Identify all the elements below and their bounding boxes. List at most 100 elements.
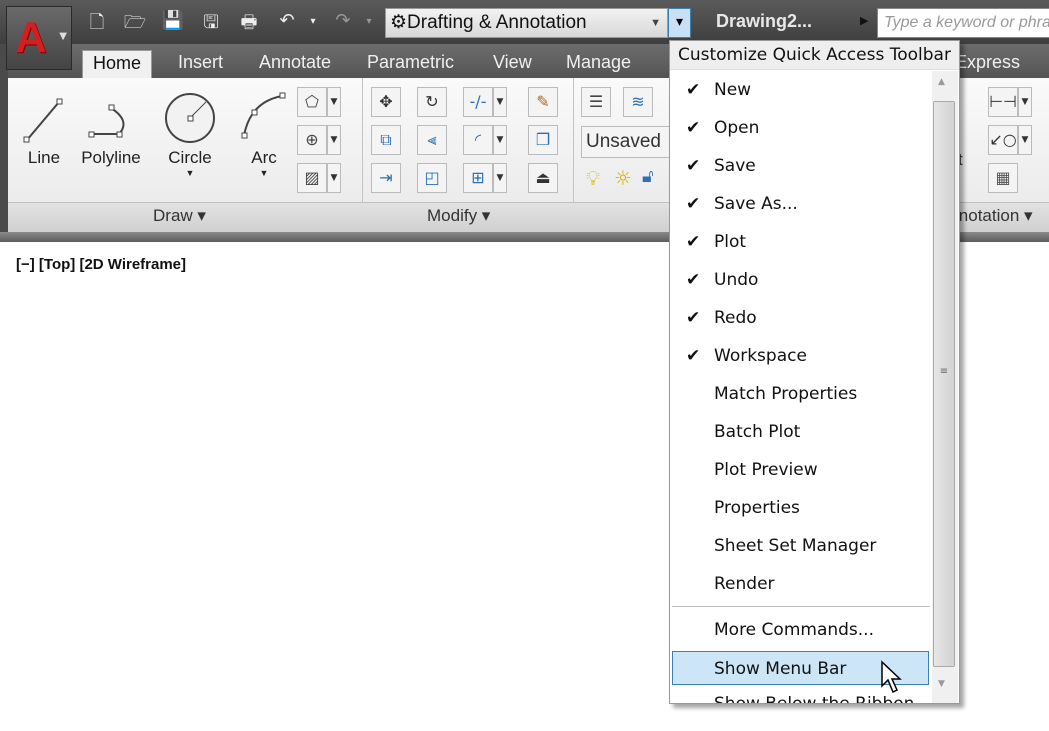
circle-tool[interactable]: Circle ▼ — [160, 88, 220, 178]
menu-item-match-properties[interactable]: Match Properties — [670, 377, 930, 411]
viewport-controls[interactable]: [−] [Top] [2D Wireframe] — [16, 256, 186, 273]
checkmark-icon: ✔ — [686, 118, 701, 138]
checkmark-icon: ✔ — [686, 156, 701, 176]
menu-item-open[interactable]: ✔ Open — [670, 111, 930, 145]
tab-view[interactable]: View — [493, 50, 532, 78]
tab-insert[interactable]: Insert — [178, 50, 223, 78]
explode-icon[interactable]: ❒ — [528, 125, 558, 155]
fillet-icon[interactable]: ◜ — [463, 125, 493, 155]
menu-item-plot[interactable]: ✔ Plot — [670, 225, 930, 259]
scroll-up-icon[interactable]: ▲ — [938, 77, 945, 87]
array-dropdown[interactable]: ▼ — [493, 163, 507, 193]
menu-item-render[interactable]: Render — [670, 567, 930, 601]
menu-item-new[interactable]: ✔ New — [670, 73, 930, 107]
checkmark-icon: ✔ — [686, 270, 701, 290]
search-input[interactable]: Type a keyword or phrase — [877, 8, 1049, 38]
document-title: Drawing2... — [716, 11, 813, 31]
hatch-dropdown[interactable]: ▼ — [327, 163, 341, 193]
line-tool[interactable]: Line — [16, 88, 72, 168]
offset-icon[interactable]: ⏏ — [528, 163, 558, 193]
menu-item-workspace[interactable]: ✔ Workspace — [670, 339, 930, 373]
scroll-down-icon[interactable]: ▼ — [938, 679, 945, 689]
polygon-icon[interactable]: ⬠ — [297, 87, 327, 117]
redo-dropdown-icon[interactable]: ▾ — [356, 16, 382, 27]
scrollbar-thumb[interactable]: ≡ — [933, 101, 955, 667]
save-icon[interactable]: 💾 — [160, 10, 186, 31]
menu-item-more-commands[interactable]: More Commands... — [670, 613, 930, 647]
tab-manage[interactable]: Manage — [566, 50, 631, 78]
tab-home[interactable]: Home — [82, 50, 153, 78]
move-icon[interactable]: ✥ — [371, 87, 401, 117]
menu-item-plot-preview[interactable]: Plot Preview — [670, 453, 930, 487]
lightbulb-icon[interactable]: 💡︎ — [586, 166, 600, 190]
line-icon — [23, 98, 63, 143]
menu-item-properties[interactable]: Properties — [670, 491, 930, 525]
linear-dimension-icon[interactable]: ⊢⊣ — [988, 87, 1018, 117]
sun-icon[interactable]: ☼ — [614, 166, 632, 190]
menu-item-undo[interactable]: ✔ Undo — [670, 263, 930, 297]
ellipse-dropdown[interactable]: ▼ — [327, 125, 341, 155]
arc-tool[interactable]: Arc ▼ — [236, 88, 292, 178]
polygon-dropdown[interactable]: ▼ — [327, 87, 341, 117]
menu-separator — [672, 606, 930, 607]
workspace-dropdown[interactable]: ⚙Drafting & Annotation ▼ — [385, 8, 668, 38]
menu-item-batch-plot[interactable]: Batch Plot — [670, 415, 930, 449]
new-icon[interactable]: 🗋 — [84, 10, 110, 40]
menu-item-save[interactable]: ✔ Save — [670, 149, 930, 183]
modify-panel-title[interactable]: Modify ▾ — [427, 206, 490, 226]
leader-icon[interactable]: ↙○ — [988, 125, 1018, 155]
menu-item-redo[interactable]: ✔ Redo — [670, 301, 930, 335]
polyline-label: Polyline — [81, 148, 141, 167]
workspace-label: Drafting & Annotation — [407, 12, 587, 33]
circle-label: Circle — [168, 148, 212, 167]
checkmark-icon: ✔ — [686, 232, 701, 252]
array-icon[interactable]: ⊞ — [463, 163, 493, 193]
tab-annotate[interactable]: Annotate — [259, 50, 331, 78]
leader-dropdown[interactable]: ▼ — [1018, 125, 1032, 155]
frame-edge — [0, 44, 8, 242]
stretch-icon[interactable]: ⇥ — [371, 163, 401, 193]
menu-item-sheet-set-manager[interactable]: Sheet Set Manager — [670, 529, 930, 563]
mirror-icon[interactable]: ⫷ — [417, 125, 447, 155]
draw-panel-title[interactable]: Draw ▾ — [153, 206, 206, 226]
fillet-dropdown[interactable]: ▼ — [493, 125, 507, 155]
undo-dropdown-icon[interactable]: ▾ — [300, 16, 326, 27]
layer-properties-icon[interactable]: ☰ — [581, 87, 611, 117]
table-icon[interactable]: ▦ — [988, 163, 1018, 193]
menu-scrollbar[interactable]: ▲ ≡ ▼ — [932, 71, 958, 703]
menu-item-label: Plot Preview — [714, 460, 818, 480]
layer-state-icon[interactable]: ≋ — [623, 87, 653, 117]
menu-item-label: Save — [714, 156, 756, 176]
hatch-icon[interactable]: ▨ — [297, 163, 327, 193]
open-icon[interactable]: 🗁 — [122, 10, 148, 40]
chevron-down-icon: ▼ — [650, 17, 661, 29]
arrow-right-icon[interactable]: ▶ — [860, 14, 868, 27]
save-as-icon[interactable]: 🖫 — [198, 10, 224, 40]
plot-icon[interactable]: 🖶 — [236, 10, 262, 40]
checkmark-icon: ✔ — [686, 308, 701, 328]
ellipse-icon[interactable]: ⊕ — [297, 125, 327, 155]
menu-item-label: Save As... — [714, 194, 798, 214]
title-bar: 🗋 🗁 💾 🖫 🖶 ↶ ▾ ↷ ▾ ⚙Drafting & Annotation… — [0, 0, 1049, 44]
customize-quick-access-button[interactable]: ▾ — [668, 8, 691, 38]
menu-item-label: Show Menu Bar — [714, 659, 847, 679]
undo-icon[interactable]: ↶ — [274, 10, 300, 31]
menu-item-label: Sheet Set Manager — [714, 536, 877, 556]
menu-item-save-as[interactable]: ✔ Save As... — [670, 187, 930, 221]
chevron-down-icon: ▼ — [185, 168, 195, 178]
layer-state-dropdown[interactable]: Unsaved Layer State — [581, 126, 671, 158]
tab-express-tools[interactable]: Express Tools — [955, 50, 1049, 96]
trim-dropdown[interactable]: ▼ — [493, 87, 507, 117]
trim-icon[interactable]: -/- — [463, 87, 493, 117]
erase-icon[interactable]: ✎ — [528, 87, 558, 117]
rotate-icon[interactable]: ↻ — [417, 87, 447, 117]
dimension-dropdown[interactable]: ▼ — [1018, 87, 1032, 117]
unlock-icon[interactable]: 🔓︎ — [642, 166, 654, 187]
polyline-tool[interactable]: Polyline — [76, 88, 146, 168]
redo-icon[interactable]: ↷ — [330, 10, 356, 31]
application-menu-button[interactable]: A ▼ — [6, 6, 72, 70]
scale-icon[interactable]: ◰ — [417, 163, 447, 193]
menu-item-label: Plot — [714, 232, 747, 252]
tab-parametric[interactable]: Parametric — [367, 50, 454, 78]
copy-icon[interactable]: ⧉ — [371, 125, 401, 155]
